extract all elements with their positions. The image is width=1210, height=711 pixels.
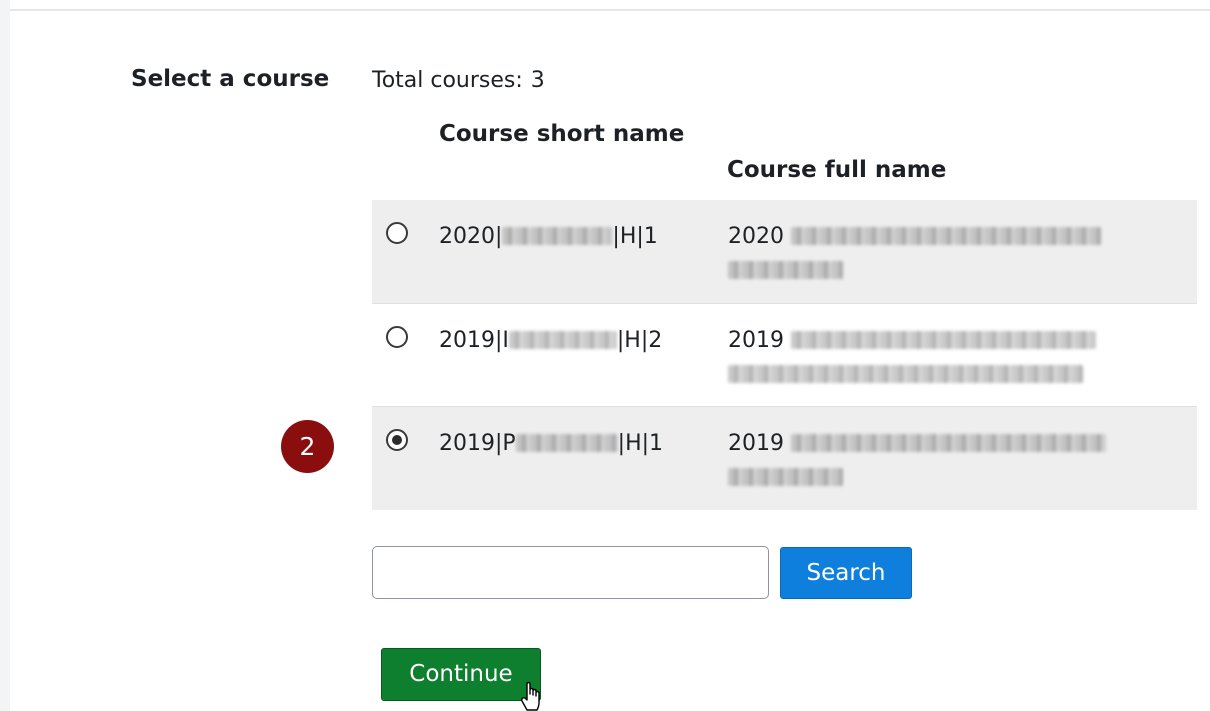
column-header-short-name: Course short name [439, 121, 685, 147]
redacted-text [502, 226, 613, 245]
total-courses: Total courses: 3 [372, 68, 545, 93]
select-course-label: Select a course [131, 66, 330, 92]
column-header-full-name: Course full name [727, 157, 947, 183]
course-short-name: 2020| |H|1 [439, 224, 658, 249]
redacted-text [728, 364, 1083, 383]
course-full-name: 2020 [728, 220, 1148, 288]
redacted-text [791, 226, 1101, 245]
page: Select a course Total courses: 3 Course s… [0, 0, 1210, 711]
top-divider [10, 9, 1210, 11]
redacted-text [791, 433, 1106, 452]
table-row[interactable]: 2020| |H|1 2020 [372, 200, 1197, 304]
course-short-name: 2019|P |H|1 [439, 431, 664, 456]
search-button[interactable]: Search [780, 547, 912, 599]
redacted-text [728, 260, 843, 279]
redacted-text [728, 467, 843, 486]
total-courses-count: 3 [530, 68, 545, 93]
course-short-name: 2019|I |H|2 [439, 328, 663, 353]
radio-unchecked-icon[interactable] [386, 222, 408, 244]
redacted-text [791, 330, 1096, 349]
course-full-name: 2019 [728, 324, 1148, 392]
course-full-name: 2019 [728, 427, 1148, 495]
redacted-text [515, 433, 618, 452]
hand-pointer-cursor-icon [521, 681, 540, 711]
table-row[interactable]: 2019|P |H|1 2019 [372, 406, 1197, 510]
radio-unchecked-icon[interactable] [386, 326, 408, 348]
table-row[interactable]: 2019|I |H|2 2019 [372, 303, 1197, 407]
redacted-text [508, 330, 617, 349]
total-courses-label: Total courses: [372, 68, 523, 93]
radio-checked-icon[interactable] [386, 429, 408, 451]
step-badge: 2 [281, 420, 334, 473]
left-rail [0, 0, 10, 711]
search-input[interactable] [372, 546, 769, 599]
